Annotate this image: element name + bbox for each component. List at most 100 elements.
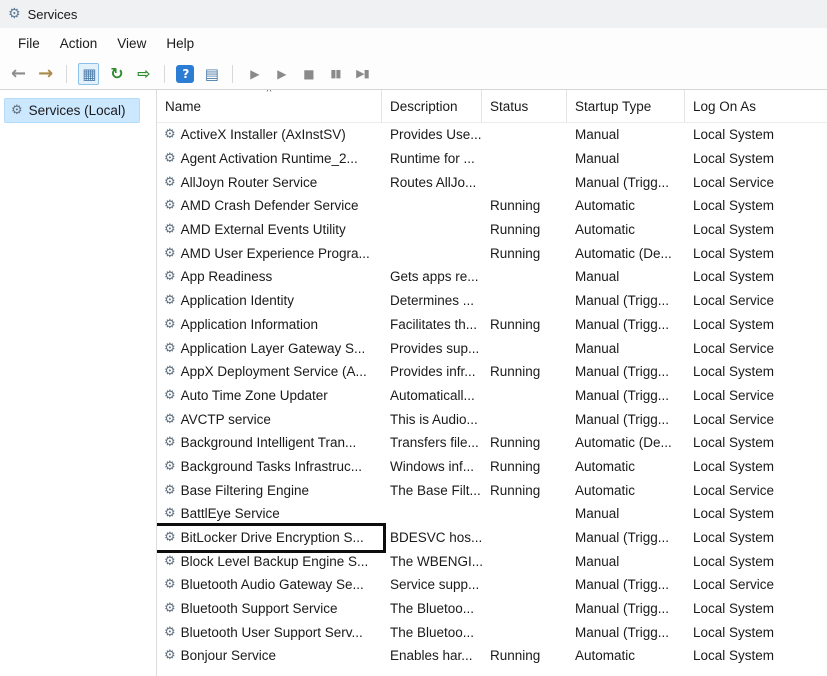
service-name: AMD Crash Defender Service — [181, 198, 359, 213]
service-description: Provides infr... — [382, 364, 482, 379]
service-row[interactable]: ⚙Bluetooth Support ServiceThe Bluetoo...… — [157, 597, 827, 621]
column-header-status[interactable]: Status — [482, 90, 567, 122]
service-gear-icon: ⚙ — [164, 293, 176, 308]
menu-view[interactable]: View — [107, 32, 156, 55]
export-list-icon[interactable]: ⇨ — [133, 63, 153, 85]
service-log-on-as: Local System — [685, 648, 827, 663]
service-description: The Bluetoo... — [382, 601, 482, 616]
service-startup-type: Manual (Trigg... — [567, 388, 685, 403]
service-name-cell: ⚙Agent Activation Runtime_2... — [157, 151, 382, 166]
column-header-startup-type[interactable]: Startup Type — [567, 90, 685, 122]
show-console-tree-icon[interactable]: ▦ — [78, 63, 99, 85]
service-row[interactable]: ⚙ActiveX Installer (AxInstSV)Provides Us… — [157, 123, 827, 147]
service-row[interactable]: ⚙AllJoyn Router ServiceRoutes AllJo...Ma… — [157, 170, 827, 194]
window-title: Services — [28, 7, 78, 22]
restart-service-icon[interactable]: ▶▮ — [352, 63, 372, 85]
toolbar-separator — [66, 65, 67, 83]
column-header-name-label: Name — [165, 99, 201, 114]
service-startup-type: Automatic — [567, 222, 685, 237]
menu-action[interactable]: Action — [50, 32, 108, 55]
start-service-icon[interactable]: ▶ — [244, 63, 264, 85]
service-name: AppX Deployment Service (A... — [181, 364, 367, 379]
column-header-log-on-as[interactable]: Log On As — [685, 90, 827, 122]
service-startup-type: Manual — [567, 506, 685, 521]
sort-ascending-icon: ^ — [267, 90, 272, 98]
service-row[interactable]: ⚙BitLocker Drive Encryption S...BDESVC h… — [157, 526, 827, 550]
service-startup-type: Manual (Trigg... — [567, 317, 685, 332]
service-row[interactable]: ⚙Auto Time Zone UpdaterAutomaticall...Ma… — [157, 384, 827, 408]
service-name-cell: ⚙AVCTP service — [157, 412, 382, 427]
service-log-on-as: Local System — [685, 625, 827, 640]
service-status: Running — [482, 483, 567, 498]
menu-help[interactable]: Help — [156, 32, 204, 55]
service-description: Provides Use... — [382, 127, 482, 142]
service-name: Block Level Backup Engine S... — [181, 554, 369, 569]
service-description: Determines ... — [382, 293, 482, 308]
service-row[interactable]: ⚙BattlEye ServiceManualLocal System — [157, 502, 827, 526]
service-row[interactable]: ⚙AMD User Experience Progra...RunningAut… — [157, 241, 827, 265]
service-row[interactable]: ⚙Bonjour ServiceEnables har...RunningAut… — [157, 644, 827, 668]
service-name-cell: ⚙Bluetooth User Support Serv... — [157, 625, 382, 640]
stop-service-icon[interactable]: ■ — [298, 63, 318, 85]
service-startup-type: Manual (Trigg... — [567, 625, 685, 640]
service-gear-icon: ⚙ — [164, 648, 176, 663]
service-gear-icon: ⚙ — [164, 388, 176, 403]
service-row[interactable]: ⚙Block Level Backup Engine S...The WBENG… — [157, 549, 827, 573]
service-status: Running — [482, 317, 567, 332]
service-description: Runtime for ... — [382, 151, 482, 166]
service-row[interactable]: ⚙Background Tasks Infrastruc...Windows i… — [157, 455, 827, 479]
service-row[interactable]: ⚙AppX Deployment Service (A...Provides i… — [157, 360, 827, 384]
service-row[interactable]: ⚙Bluetooth Audio Gateway Se...Service su… — [157, 573, 827, 597]
service-row[interactable]: ⚙Base Filtering EngineThe Base Filt...Ru… — [157, 478, 827, 502]
help-icon[interactable]: ? — [176, 65, 194, 83]
forward-icon[interactable]: → — [35, 63, 55, 85]
service-gear-icon: ⚙ — [164, 530, 176, 545]
properties-icon[interactable]: ▤ — [201, 63, 221, 85]
column-header-startup-type-label: Startup Type — [575, 99, 651, 114]
service-row[interactable]: ⚙Bluetooth User Support Serv...The Bluet… — [157, 620, 827, 644]
service-log-on-as: Local System — [685, 317, 827, 332]
service-row[interactable]: ⚙App ReadinessGets apps re...ManualLocal… — [157, 265, 827, 289]
service-gear-icon: ⚙ — [164, 341, 176, 356]
service-row[interactable]: ⚙Background Intelligent Tran...Transfers… — [157, 431, 827, 455]
service-row[interactable]: ⚙Application Layer Gateway S...Provides … — [157, 336, 827, 360]
service-name-cell: ⚙Bonjour Service — [157, 648, 382, 663]
service-gear-icon: ⚙ — [164, 483, 176, 498]
service-startup-type: Manual (Trigg... — [567, 530, 685, 545]
resume-service-icon[interactable]: ▶ — [271, 63, 291, 85]
service-row[interactable]: ⚙AMD Crash Defender ServiceRunningAutoma… — [157, 194, 827, 218]
service-description: Gets apps re... — [382, 269, 482, 284]
menu-file[interactable]: File — [8, 32, 50, 55]
service-description: BDESVC hos... — [382, 530, 482, 545]
service-name: AVCTP service — [181, 412, 271, 427]
service-name: Auto Time Zone Updater — [181, 388, 328, 403]
service-description: Facilitates th... — [382, 317, 482, 332]
pause-service-icon[interactable]: ▮▮ — [325, 63, 345, 85]
service-row[interactable]: ⚙Agent Activation Runtime_2...Runtime fo… — [157, 147, 827, 171]
service-name: AllJoyn Router Service — [181, 175, 318, 190]
service-log-on-as: Local System — [685, 554, 827, 569]
service-name-cell: ⚙AllJoyn Router Service — [157, 175, 382, 190]
back-icon[interactable]: ← — [8, 63, 28, 85]
service-name-cell: ⚙Bluetooth Support Service — [157, 601, 382, 616]
service-log-on-as: Local System — [685, 601, 827, 616]
column-header-name[interactable]: ^ Name — [157, 90, 382, 122]
service-row[interactable]: ⚙Application InformationFacilitates th..… — [157, 313, 827, 337]
service-status: Running — [482, 648, 567, 663]
service-gear-icon: ⚙ — [164, 151, 176, 166]
refresh-icon[interactable]: ↻ — [106, 63, 126, 85]
service-name-cell: ⚙BattlEye Service — [157, 506, 382, 521]
service-log-on-as: Local System — [685, 222, 827, 237]
sidebar-item-services-local[interactable]: ⚙ Services (Local) — [4, 98, 140, 123]
services-window: ⚙ Services File Action View Help ← → ▦ ↻ ⇨? ▤… — [0, 0, 827, 676]
service-row[interactable]: ⚙AVCTP serviceThis is Audio...Manual (Tr… — [157, 407, 827, 431]
service-row[interactable]: ⚙AMD External Events UtilityRunningAutom… — [157, 218, 827, 242]
service-startup-type: Manual (Trigg... — [567, 175, 685, 190]
service-name-cell: ⚙Block Level Backup Engine S... — [157, 554, 382, 569]
service-name: BattlEye Service — [181, 506, 280, 521]
service-row[interactable]: ⚙Application IdentityDetermines ...Manua… — [157, 289, 827, 313]
service-name-cell: ⚙Bluetooth Audio Gateway Se... — [157, 577, 382, 592]
service-name: App Readiness — [181, 269, 273, 284]
service-name: Application Layer Gateway S... — [181, 341, 366, 356]
column-header-description[interactable]: Description — [382, 90, 482, 122]
